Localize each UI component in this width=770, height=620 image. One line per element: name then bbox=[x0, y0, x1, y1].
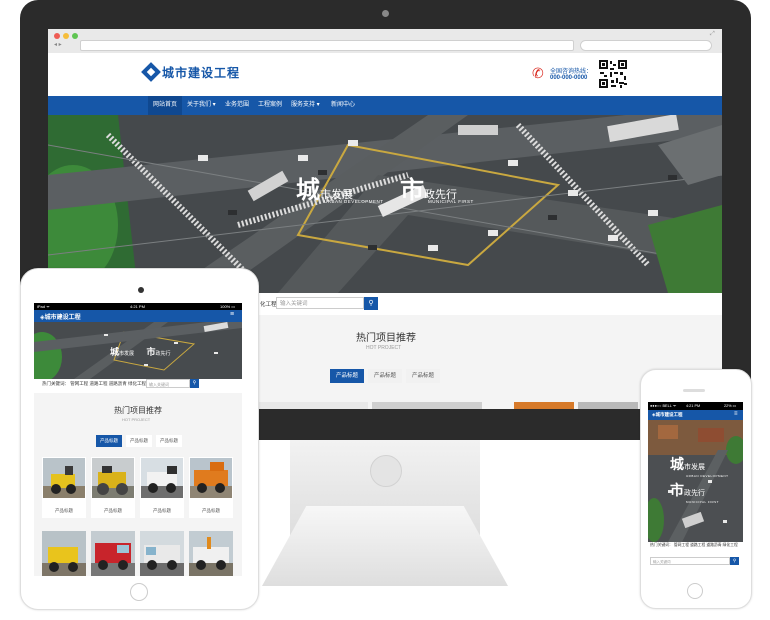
browser-toolbar: ◂ ▸ ⤢ bbox=[48, 29, 722, 54]
tablet-tab-1[interactable]: 产品标题 bbox=[96, 435, 122, 447]
tablet-search-input[interactable]: 输入关键词 bbox=[146, 379, 190, 388]
phone-search-button[interactable]: ⚲ bbox=[730, 557, 739, 565]
power-button bbox=[370, 455, 402, 487]
browser-search-bar[interactable] bbox=[580, 40, 712, 51]
product-image bbox=[141, 458, 183, 498]
product-image-row2[interactable] bbox=[189, 531, 233, 576]
product-card[interactable]: 产品标题 bbox=[42, 457, 86, 518]
tablet-section-title: 热门项目推荐 bbox=[114, 406, 162, 415]
search-icon: ⚲ bbox=[732, 558, 737, 563]
product-image bbox=[43, 458, 85, 498]
slogan-en-2: MUNICIPAL FIRST bbox=[428, 199, 474, 204]
slogan-big-char-1: 城 bbox=[296, 175, 320, 204]
tablet-tab-2[interactable]: 产品标题 bbox=[126, 435, 152, 447]
phone-hero: 城市发展 URBAN DEVELOPMENT 市政先行 MUNICIPAL FI… bbox=[648, 420, 743, 542]
tablet-search-button[interactable]: ⚲ bbox=[190, 379, 199, 388]
tablet-section-subtitle: HOT PROJECT bbox=[122, 417, 151, 422]
site-header: 城市建设工程 ✆ 全国咨询热线： 000-000-0000 bbox=[48, 53, 722, 96]
tablet-status-bar: iPad ᯤ 4:21 PM 100% ▭ bbox=[34, 303, 242, 310]
tab-2[interactable]: 产品标题 bbox=[368, 369, 403, 383]
product-image-row2[interactable] bbox=[140, 531, 184, 576]
tablet-battery: 100% ▭ bbox=[220, 304, 236, 309]
aerial-road-photo bbox=[48, 115, 722, 293]
monitor-camera bbox=[382, 10, 389, 17]
product-strip-2 bbox=[372, 402, 482, 409]
hamburger-menu-icon[interactable]: ≡ bbox=[734, 411, 738, 417]
product-caption: 产品标题 bbox=[202, 508, 220, 513]
nav-cases[interactable]: 工程案例 bbox=[253, 96, 287, 115]
phone-logo[interactable]: ◈城市建设工程 bbox=[652, 412, 682, 418]
section-subtitle: HOT PROJECT bbox=[366, 345, 402, 351]
search-icon: ⚲ bbox=[368, 300, 374, 307]
phone-time: 4:21 PM bbox=[686, 404, 701, 408]
tablet-tab-3[interactable]: 产品标题 bbox=[156, 435, 182, 447]
phone-battery: 22% ▭ bbox=[724, 404, 737, 408]
logo-icon bbox=[141, 62, 161, 82]
section-title: 热门项目推荐 bbox=[356, 333, 416, 344]
search-button[interactable]: ⚲ bbox=[364, 297, 378, 310]
hamburger-menu-icon[interactable]: ≡ bbox=[230, 311, 234, 318]
nav-news[interactable]: 新闻中心 bbox=[326, 96, 360, 115]
product-image-row2[interactable] bbox=[91, 531, 135, 576]
tablet-camera bbox=[138, 287, 144, 293]
product-strip-1 bbox=[258, 402, 368, 409]
product-card[interactable]: 产品标题 bbox=[91, 457, 135, 518]
tablet-hero: 城市发展 市政先行 bbox=[34, 322, 242, 379]
address-bar[interactable] bbox=[80, 40, 574, 51]
product-caption: 产品标题 bbox=[153, 508, 171, 513]
tablet-logo[interactable]: ◈城市建设工程 bbox=[40, 312, 81, 321]
product-image-row2[interactable] bbox=[42, 531, 86, 576]
tablet-home-button[interactable] bbox=[130, 583, 148, 601]
phone-speaker bbox=[683, 389, 705, 392]
phone-icon: ✆ bbox=[532, 65, 544, 81]
product-image bbox=[190, 458, 232, 498]
product-strip-4 bbox=[578, 402, 638, 409]
tablet-header: ◈城市建设工程 ≡ bbox=[34, 310, 242, 322]
tablet-hot-keywords[interactable]: 热门关键词： 管网工程 道路工程 道路沥青 绿化工程 bbox=[42, 381, 146, 387]
hotline-number: 000-000-0000 bbox=[550, 75, 588, 81]
main-nav: 网站首页 关于我们 ▾ 业务范围 工程案例 服务支持 ▾ 新闻中心 bbox=[48, 96, 722, 115]
product-image bbox=[92, 458, 134, 498]
hotline-label: 全国咨询热线： bbox=[550, 69, 593, 75]
slogan-en-1: URBAN DEVELOPMENT bbox=[324, 199, 384, 204]
phone-carrier: ●●●○○ BELL ᯤ bbox=[650, 404, 677, 408]
fullscreen-icon[interactable]: ⤢ bbox=[710, 31, 715, 38]
slogan-urban: 城市发展 URBAN DEVELOPMENT bbox=[296, 175, 384, 205]
qr-code-icon bbox=[598, 59, 628, 89]
product-strip-3 bbox=[514, 402, 574, 409]
phone-home-button[interactable] bbox=[687, 583, 703, 599]
phone-slogan-2: 市政先行 MUNICIPAL FIRST bbox=[670, 482, 720, 504]
nav-business[interactable]: 业务范围 bbox=[220, 96, 254, 115]
phone-slogan-1: 城市发展 URBAN DEVELOPMENT bbox=[670, 456, 729, 478]
nav-home[interactable]: 网站首页 bbox=[148, 96, 183, 115]
maximize-dot[interactable] bbox=[72, 33, 78, 39]
phone-search-input[interactable]: 输入关键词 bbox=[650, 557, 730, 565]
product-card[interactable]: 产品标题 bbox=[189, 457, 233, 518]
product-caption: 产品标题 bbox=[104, 508, 122, 513]
nav-about[interactable]: 关于我们 ▾ bbox=[182, 96, 221, 115]
slogan-municipal: 市政先行 MUNICIPAL FIRST bbox=[400, 175, 474, 205]
phone-hot-keywords[interactable]: 热门关键词： 管网工程 道路工程 道路沥青 绿化工程 bbox=[650, 543, 742, 548]
close-dot[interactable] bbox=[54, 33, 60, 39]
product-caption: 产品标题 bbox=[55, 508, 73, 513]
search-icon: ⚲ bbox=[192, 380, 197, 386]
phone-status-bar: ●●●○○ BELL ᯤ 4:21 PM 22% ▭ bbox=[648, 402, 743, 410]
minimize-dot[interactable] bbox=[63, 33, 69, 39]
product-card[interactable]: 产品标题 bbox=[140, 457, 184, 518]
site-logo[interactable]: 城市建设工程 bbox=[162, 64, 240, 81]
hero-banner: 城市发展 URBAN DEVELOPMENT 市政先行 MUNICIPAL FI… bbox=[48, 115, 722, 293]
hot-keywords[interactable]: 化工程 bbox=[260, 300, 277, 308]
tablet-screen: iPad ᯤ 4:21 PM 100% ▭ ◈城市建设工程 ≡ 城市发展 市政先… bbox=[34, 303, 242, 576]
tablet-carrier: iPad ᯤ bbox=[37, 304, 50, 309]
tablet-time: 4:21 PM bbox=[130, 304, 145, 309]
phone-screen: ●●●○○ BELL ᯤ 4:21 PM 22% ▭ ◈城市建设工程 ≡ 城市发… bbox=[648, 402, 743, 572]
tablet-slogan: 城市发展 市政先行 bbox=[110, 347, 171, 357]
search-input[interactable]: 输入关键词 bbox=[276, 297, 364, 309]
tab-3[interactable]: 产品标题 bbox=[406, 369, 441, 383]
slogan-big-char-2: 市 bbox=[400, 175, 424, 204]
phone-header: ◈城市建设工程 ≡ bbox=[648, 410, 743, 420]
tab-1[interactable]: 产品标题 bbox=[330, 369, 365, 383]
back-forward-icon[interactable]: ◂ ▸ bbox=[54, 41, 62, 48]
nav-support[interactable]: 服务支持 ▾ bbox=[286, 96, 325, 115]
